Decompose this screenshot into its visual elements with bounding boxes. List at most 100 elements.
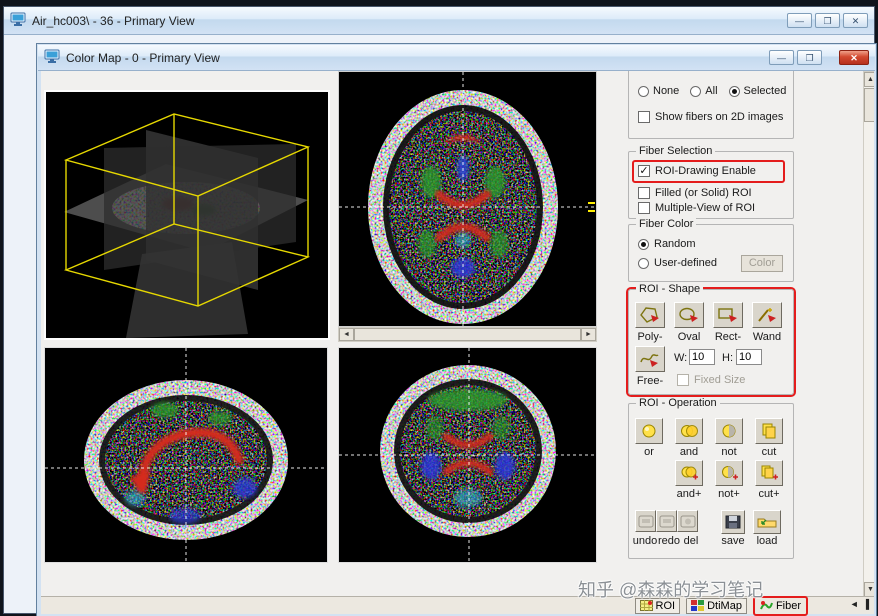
fiber-display-radios: None All Selected <box>638 85 786 97</box>
coronal-view-image <box>339 348 596 562</box>
close-button[interactable]: ✕ <box>839 50 869 65</box>
control-panel-scrollbar[interactable]: ▲ ▼ <box>863 71 874 596</box>
radio-user-defined[interactable]: User-defined <box>638 257 717 269</box>
roi-and-plus-button[interactable] <box>675 460 703 486</box>
op-label: cut <box>761 446 777 458</box>
radio-none[interactable]: None <box>638 85 679 97</box>
width-input[interactable] <box>689 349 715 365</box>
coronal-view-panel[interactable] <box>338 347 597 563</box>
roi-operation-group: ROI - Operation or and not cut and+ not+… <box>628 397 794 559</box>
roi-del-button[interactable] <box>677 510 698 532</box>
roi-load-button[interactable] <box>753 510 781 534</box>
color-button[interactable]: Color <box>741 255 783 272</box>
sagittal-view-image <box>45 348 327 562</box>
radio-icon <box>690 85 702 97</box>
radio-all[interactable]: All <box>690 85 718 97</box>
height-label: H: <box>722 352 733 364</box>
checkbox-icon <box>677 374 689 386</box>
radio-icon <box>638 238 649 250</box>
roi-drawing-enable-checkbox[interactable]: ✓ ROI-Drawing Enable <box>638 165 756 177</box>
op-label: save <box>721 535 745 547</box>
group-title: ROI - Operation <box>636 397 720 409</box>
undo-icon <box>638 515 653 527</box>
maximize-button[interactable]: ❐ <box>797 50 822 65</box>
roi-save-button[interactable] <box>721 510 745 534</box>
wand-tool-button[interactable] <box>752 302 782 328</box>
op-label: del <box>683 535 699 547</box>
close-button[interactable]: ✕ <box>843 13 868 28</box>
colormap-window-icon <box>44 49 60 67</box>
wand-tool-icon <box>758 308 776 322</box>
and-icon <box>681 425 698 437</box>
height-input[interactable] <box>736 349 762 365</box>
colormap-titlebar[interactable]: Color Map - 0 - Primary View — ❐ ✕ <box>38 45 875 71</box>
minimize-button[interactable]: — <box>769 50 794 65</box>
radio-icon <box>638 257 649 269</box>
roi-and-button[interactable] <box>675 418 703 444</box>
roi-undo-button[interactable] <box>635 510 656 532</box>
scroll-right-button[interactable]: ► <box>581 328 596 341</box>
scroll-up-button[interactable]: ▲ <box>864 72 874 87</box>
maximize-button[interactable]: ❐ <box>815 13 840 28</box>
toolbar-grip-icon[interactable]: ▐ <box>863 599 869 609</box>
roi-redo-button[interactable] <box>656 510 677 532</box>
multiple-view-roi-checkbox[interactable]: Multiple-View of ROI <box>638 202 755 214</box>
fiber-color-group: Fiber Color Random User-defined Color <box>628 218 794 282</box>
poly-tool-button[interactable] <box>635 302 665 328</box>
checkbox-icon <box>638 187 650 199</box>
op-label: or <box>644 446 654 458</box>
axial-hscrollbar[interactable]: ◄ ► <box>338 327 597 342</box>
free-tool-button[interactable] <box>635 346 665 372</box>
and-plus-icon <box>681 466 698 480</box>
colormap-window: Color Map - 0 - Primary View — ❐ ✕ ◄ ► N… <box>36 43 877 616</box>
viewer-content: ◄ ► None All Selected Show fibers on 2D … <box>41 71 874 596</box>
rect-tool-button[interactable] <box>713 302 743 328</box>
hscroll-thumb[interactable] <box>354 328 581 341</box>
roi-cut-button[interactable] <box>755 418 783 444</box>
oval-tool-icon <box>679 307 698 322</box>
polygon-tool-icon <box>640 307 659 323</box>
tool-label: Oval <box>677 331 701 343</box>
fiber-toolbar-button[interactable]: Fiber <box>756 598 805 614</box>
tool-label: Poly- <box>637 331 663 343</box>
cut-icon <box>762 423 776 439</box>
scroll-down-button[interactable]: ▼ <box>864 582 874 596</box>
main-window-icon <box>10 12 26 30</box>
axial-view-panel[interactable] <box>338 71 597 327</box>
radio-random[interactable]: Random <box>638 238 696 250</box>
tool-label: Wand <box>752 331 782 343</box>
show-fibers-2d-checkbox[interactable]: Show fibers on 2D images <box>638 111 783 123</box>
delete-icon <box>680 515 695 527</box>
tool-label: Free- <box>636 375 664 387</box>
watermark: 知乎 @森森的学习笔记 <box>578 580 764 600</box>
colormap-window-title: Color Map - 0 - Primary View <box>66 50 220 65</box>
rect-tool-icon <box>718 308 737 322</box>
op-label: and+ <box>676 488 702 500</box>
roi-cut-plus-button[interactable] <box>755 460 783 486</box>
hscroll-track[interactable] <box>354 328 581 341</box>
main-window-title: Air_hc003\ - 36 - Primary View <box>32 13 195 28</box>
toolbar-overflow-left-icon[interactable]: ◄ <box>850 599 859 609</box>
not-plus-icon <box>722 466 738 480</box>
radio-icon <box>638 85 649 97</box>
roi-not-plus-button[interactable] <box>715 460 743 486</box>
sagittal-view-panel[interactable] <box>44 347 328 563</box>
vscroll-thumb[interactable] <box>864 88 874 122</box>
view-3d-image <box>46 92 328 338</box>
checkbox-icon <box>638 202 650 214</box>
oval-tool-button[interactable] <box>674 302 704 328</box>
minimize-button[interactable]: — <box>787 13 812 28</box>
radio-selected[interactable]: Selected <box>728 85 786 97</box>
redo-icon <box>659 515 674 527</box>
op-label: cut+ <box>758 488 780 500</box>
tool-label: Rect- <box>714 331 742 343</box>
group-title: Fiber Selection <box>636 145 716 157</box>
main-window-titlebar[interactable]: Air_hc003\ - 36 - Primary View — ❐ ✕ <box>4 7 874 35</box>
filled-roi-checkbox[interactable]: Filled (or Solid) ROI <box>638 187 752 199</box>
scroll-left-button[interactable]: ◄ <box>339 328 354 341</box>
fixed-size-checkbox[interactable]: Fixed Size <box>677 374 745 386</box>
roi-not-button[interactable] <box>715 418 743 444</box>
view-3d-panel[interactable] <box>44 90 330 340</box>
roi-or-button[interactable] <box>635 418 663 444</box>
main-window: Air_hc003\ - 36 - Primary View — ❐ ✕ Col… <box>3 6 877 616</box>
